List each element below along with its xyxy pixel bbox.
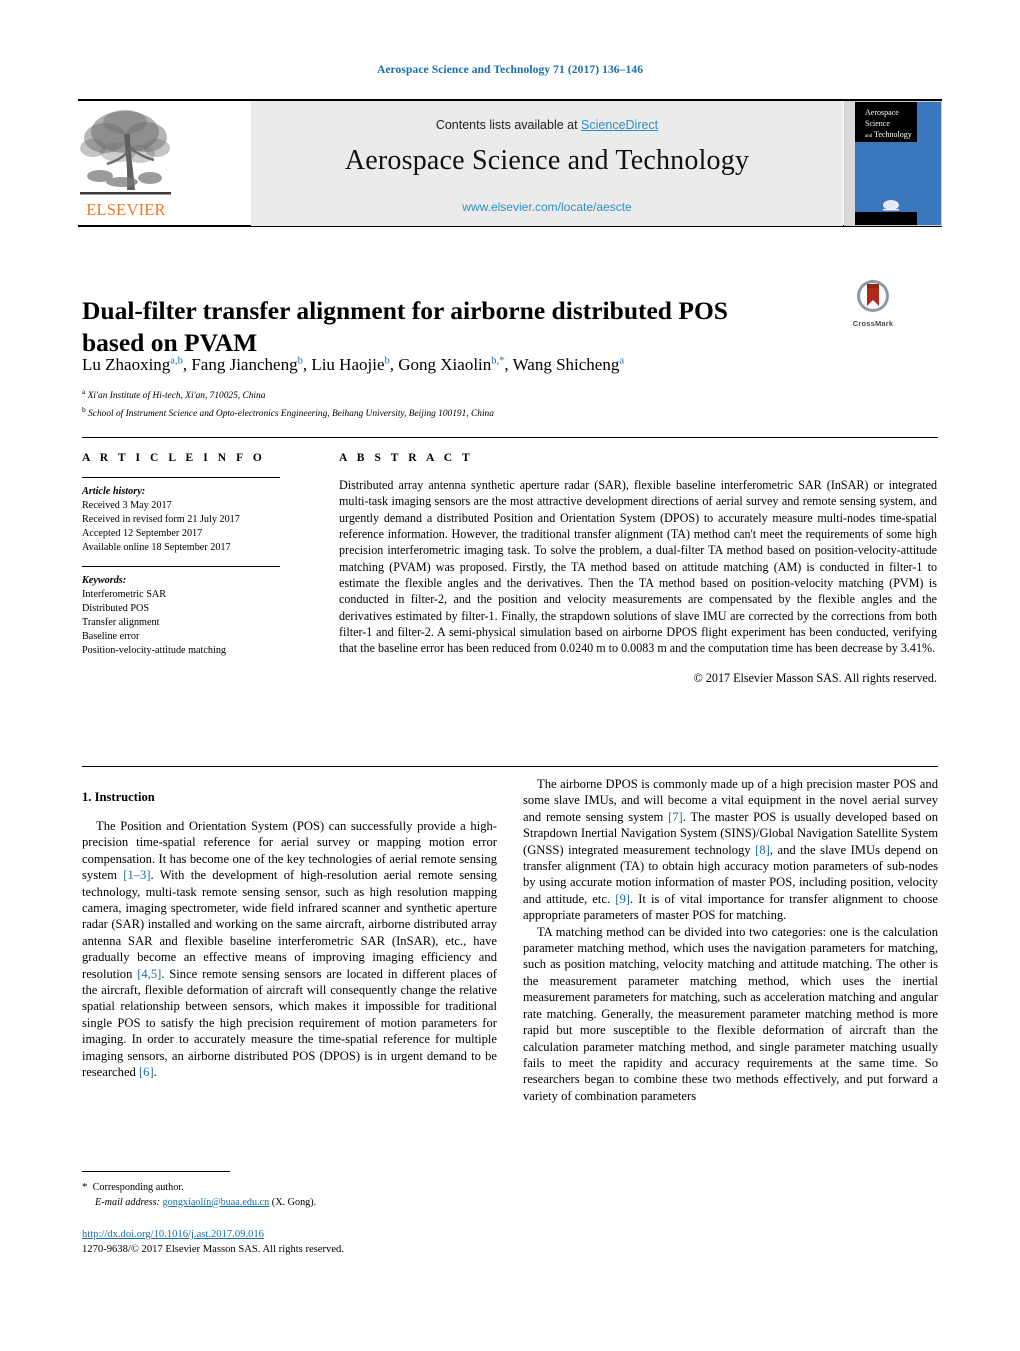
page-title: Dual-filter transfer alignment for airbo…: [82, 296, 728, 358]
journal-homepage-link[interactable]: www.elsevier.com/locate/aescte: [251, 200, 843, 214]
email-suffix: (X. Gong).: [271, 1196, 317, 1208]
colophon-block: http://dx.doi.org/10.1016/j.ast.2017.09.…: [82, 1228, 502, 1257]
affiliation-text: School of Instrument Science and Opto-el…: [88, 409, 494, 420]
doi-link[interactable]: http://dx.doi.org/10.1016/j.ast.2017.09.…: [82, 1229, 264, 1240]
svg-text:Science: Science: [865, 119, 890, 128]
author-list: Lu Zhaoxinga,b, Fang Jianchengb, Liu Hao…: [82, 355, 882, 375]
author-name: Gong Xiaolin: [398, 355, 492, 374]
crossmark-badge[interactable]: CrossMark: [830, 279, 916, 328]
affiliation-marker: a: [82, 387, 86, 396]
history-item: Received 3 May 2017: [82, 500, 172, 511]
citation-link[interactable]: [9]: [615, 892, 630, 906]
corresponding-marker: *: [82, 1181, 88, 1193]
author-item: Gong Xiaolinb,*,: [398, 355, 512, 374]
cover-art: Aerospace Science and Technology: [845, 102, 941, 225]
contents-available-line: Contents lists available at ScienceDirec…: [251, 118, 843, 132]
affiliation-item: a Xi'an Institute of Hi-tech, Xi'an, 710…: [82, 385, 882, 403]
keywords-rule: [82, 566, 280, 567]
author-sep: ,: [389, 355, 399, 374]
body-paragraph: The airborne DPOS is commonly made up of…: [523, 776, 938, 924]
article-info-heading: A R T I C L E I N F O: [82, 452, 266, 464]
body-column-left: 1. Instruction The Position and Orientat…: [82, 790, 497, 1081]
paragraph-text: . Since remote sensing sensors are locat…: [82, 966, 497, 1080]
journal-banner: Contents lists available at ScienceDirec…: [251, 101, 843, 226]
footnote-rule: [82, 1171, 230, 1172]
author-affil-marker: b,*: [491, 355, 505, 367]
body-paragraph: The Position and Orientation System (POS…: [82, 818, 497, 1081]
affiliation-item: b School of Instrument Science and Opto-…: [82, 403, 882, 421]
panel-bottom-rule: [82, 766, 938, 767]
journal-cover-thumbnail: Aerospace Science and Technology: [844, 101, 942, 226]
author-name: Fang Jiancheng: [191, 355, 298, 374]
author-name: Wang Shicheng: [512, 355, 620, 374]
svg-text:Aerospace: Aerospace: [865, 108, 899, 117]
author-item: Fang Jianchengb,: [191, 355, 311, 374]
journal-title: Aerospace Science and Technology: [344, 145, 750, 176]
keyword-item: Interferometric SAR: [82, 589, 167, 600]
citation-link[interactable]: [8]: [755, 843, 770, 857]
abstract-text: Distributed array antenna synthetic aper…: [339, 478, 937, 656]
email-link[interactable]: gongxiaolin@buaa.edu.cn: [163, 1197, 270, 1208]
keyword-item: Position-velocity-attitude matching: [82, 645, 227, 656]
paragraph-text: . With the development of high-resolutio…: [82, 868, 497, 981]
author-item: Wang Shichenga: [513, 355, 624, 374]
citation-link[interactable]: [1–3]: [123, 868, 150, 882]
article-info-rule: [82, 477, 280, 478]
affiliation-list: a Xi'an Institute of Hi-tech, Xi'an, 710…: [82, 385, 882, 422]
history-item: Accepted 12 September 2017: [82, 528, 203, 539]
citation-link[interactable]: [4,5]: [137, 967, 161, 981]
author-item: Liu Haojieb,: [311, 355, 398, 374]
author-name: Lu Zhaoxing: [82, 355, 171, 374]
abstract-column: A B S T R A C T Distributed array antenn…: [339, 452, 937, 686]
article-history-label: Article history:: [82, 486, 146, 497]
section-heading: 1. Instruction: [82, 790, 155, 804]
history-item: Available online 18 September 2017: [82, 542, 231, 553]
issn-copyright-line: 1270-9638/© 2017 Elsevier Masson SAS. Al…: [82, 1243, 344, 1255]
affiliation-marker: b: [82, 405, 86, 415]
citation-link[interactable]: [6]: [139, 1065, 154, 1079]
keyword-item: Distributed POS: [82, 603, 150, 614]
abstract-copyright: © 2017 Elsevier Masson SAS. All rights r…: [693, 670, 937, 685]
panel-top-rule: [82, 437, 938, 438]
citation-link[interactable]: [7]: [668, 810, 683, 824]
abstract-heading: A B S T R A C T: [339, 452, 474, 464]
keyword-item: Baseline error: [82, 631, 140, 642]
elsevier-wordmark: ELSEVIER: [86, 200, 166, 219]
paper-page: Aerospace Science and Technology 71 (201…: [0, 0, 1020, 1351]
email-line: E-mail address: gongxiaolin@buaa.edu.cn …: [82, 1196, 502, 1211]
elsevier-tree-icon: [80, 110, 171, 195]
article-info-column: A R T I C L E I N F O Article history: R…: [82, 452, 300, 658]
journal-masthead: ELSEVIER Contents lists available at Sci…: [78, 99, 942, 227]
corresponding-author-line: * Corresponding author.: [82, 1180, 502, 1196]
author-item: Lu Zhaoxinga,b,: [82, 355, 191, 374]
paragraph-text: TA matching method can be divided into t…: [523, 924, 938, 1103]
body-paragraph: TA matching method can be divided into t…: [523, 924, 938, 1104]
keywords-label: Keywords:: [82, 575, 127, 586]
sciencedirect-link[interactable]: ScienceDirect: [581, 118, 658, 132]
keyword-item: Transfer alignment: [82, 617, 160, 628]
footnote-block: * Corresponding author. E-mail address: …: [82, 1180, 502, 1210]
crossmark-label: CrossMark: [852, 319, 894, 328]
email-label: E-mail address:: [95, 1196, 160, 1208]
author-affil-marker: a,b: [170, 355, 183, 367]
affiliation-text: Xi'an Institute of Hi-tech, Xi'an, 71002…: [87, 391, 266, 402]
paragraph-text: .: [153, 1065, 157, 1080]
author-affil-marker: a: [619, 355, 625, 367]
crossmark-icon: [857, 280, 889, 312]
author-sep: ,: [504, 355, 513, 374]
running-head: Aerospace Science and Technology 71 (201…: [376, 64, 644, 76]
corresponding-text: Corresponding author.: [92, 1182, 184, 1193]
contents-prefix: Contents lists available at: [435, 118, 582, 132]
body-column-right: The airborne DPOS is commonly made up of…: [523, 776, 938, 1104]
author-name: Liu Haojie: [311, 355, 385, 374]
elsevier-logo: ELSEVIER: [78, 104, 173, 222]
svg-text:and Technology: and Technology: [865, 130, 912, 139]
history-item: Received in revised form 21 July 2017: [82, 514, 240, 525]
